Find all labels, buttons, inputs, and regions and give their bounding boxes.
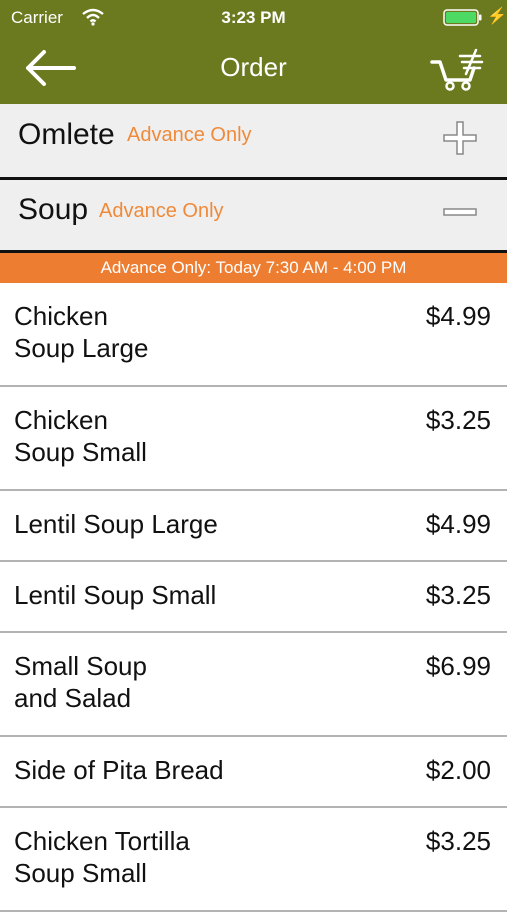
minus-icon[interactable] (440, 192, 480, 232)
item-name: Side of Pita Bread (14, 754, 314, 786)
category-omlete[interactable]: Omlete Advance Only (0, 104, 507, 180)
item-price: $3.25 (425, 826, 491, 856)
item-name-line: and Salad (14, 683, 132, 713)
item-name-line: Chicken (14, 301, 108, 331)
item-name-line: Soup Small (14, 858, 147, 888)
menu-item-chicken-soup-large[interactable]: Chicken Soup Large $4.99 (0, 283, 507, 387)
cart-icon[interactable] (430, 44, 488, 92)
menu-item-small-soup-and-salad[interactable]: Small Soup and Salad $6.99 (0, 633, 507, 737)
advance-only-badge: Advance Only (127, 124, 252, 146)
item-name: Small Soup and Salad (14, 650, 314, 714)
category-name: Omlete (18, 118, 115, 151)
top-bar: Carrier 3:23 PM ⚡ Order (0, 0, 507, 104)
menu-item-chicken-tortilla-soup-small[interactable]: Chicken Tortilla Soup Small $3.25 (0, 808, 507, 912)
item-name-line: Small Soup (14, 651, 147, 681)
nav-bar: Order (0, 36, 507, 104)
charging-icon: ⚡ (487, 8, 507, 25)
plus-icon[interactable] (440, 118, 480, 158)
item-name-line: Soup Large (14, 333, 149, 363)
menu-item-lentil-soup-small[interactable]: Lentil Soup Small $3.25 (0, 562, 507, 633)
menu-item-list: Chicken Soup Large $4.99 Chicken Soup Sm… (0, 283, 507, 912)
item-price: $3.25 (425, 580, 491, 610)
menu-item-side-of-pita-bread[interactable]: Side of Pita Bread $2.00 (0, 737, 507, 808)
status-time: 3:23 PM (221, 8, 286, 27)
item-name-line: Lentil Soup Small (14, 580, 217, 610)
item-name-line: Side of Pita Bread (14, 755, 224, 785)
battery-icon (443, 9, 482, 26)
item-name-line: Lentil Soup Large (14, 509, 218, 539)
item-price: $6.99 (425, 651, 491, 681)
item-name: Chicken Soup Large (14, 300, 314, 364)
item-name: Lentil Soup Large (14, 508, 314, 540)
category-soup[interactable]: Soup Advance Only (0, 180, 507, 253)
menu-item-lentil-soup-large[interactable]: Lentil Soup Large $4.99 (0, 491, 507, 562)
category-name: Soup (18, 193, 89, 226)
item-name: Chicken Soup Small (14, 404, 314, 468)
item-price: $2.00 (425, 755, 491, 785)
item-name-line: Chicken (14, 405, 108, 435)
item-price: $4.99 (425, 509, 491, 539)
item-price: $3.25 (425, 405, 491, 435)
menu-item-chicken-soup-small[interactable]: Chicken Soup Small $3.25 (0, 387, 507, 491)
item-name-line: Chicken Tortilla (14, 826, 190, 856)
item-name: Chicken Tortilla Soup Small (14, 825, 314, 889)
item-price: $4.99 (425, 301, 491, 331)
advance-only-banner: Advance Only: Today 7:30 AM - 4:00 PM (0, 253, 507, 283)
item-name-line: Soup Small (14, 437, 147, 467)
status-bar: Carrier 3:23 PM ⚡ (0, 0, 507, 36)
advance-only-badge: Advance Only (99, 200, 224, 222)
item-name: Lentil Soup Small (14, 579, 314, 611)
